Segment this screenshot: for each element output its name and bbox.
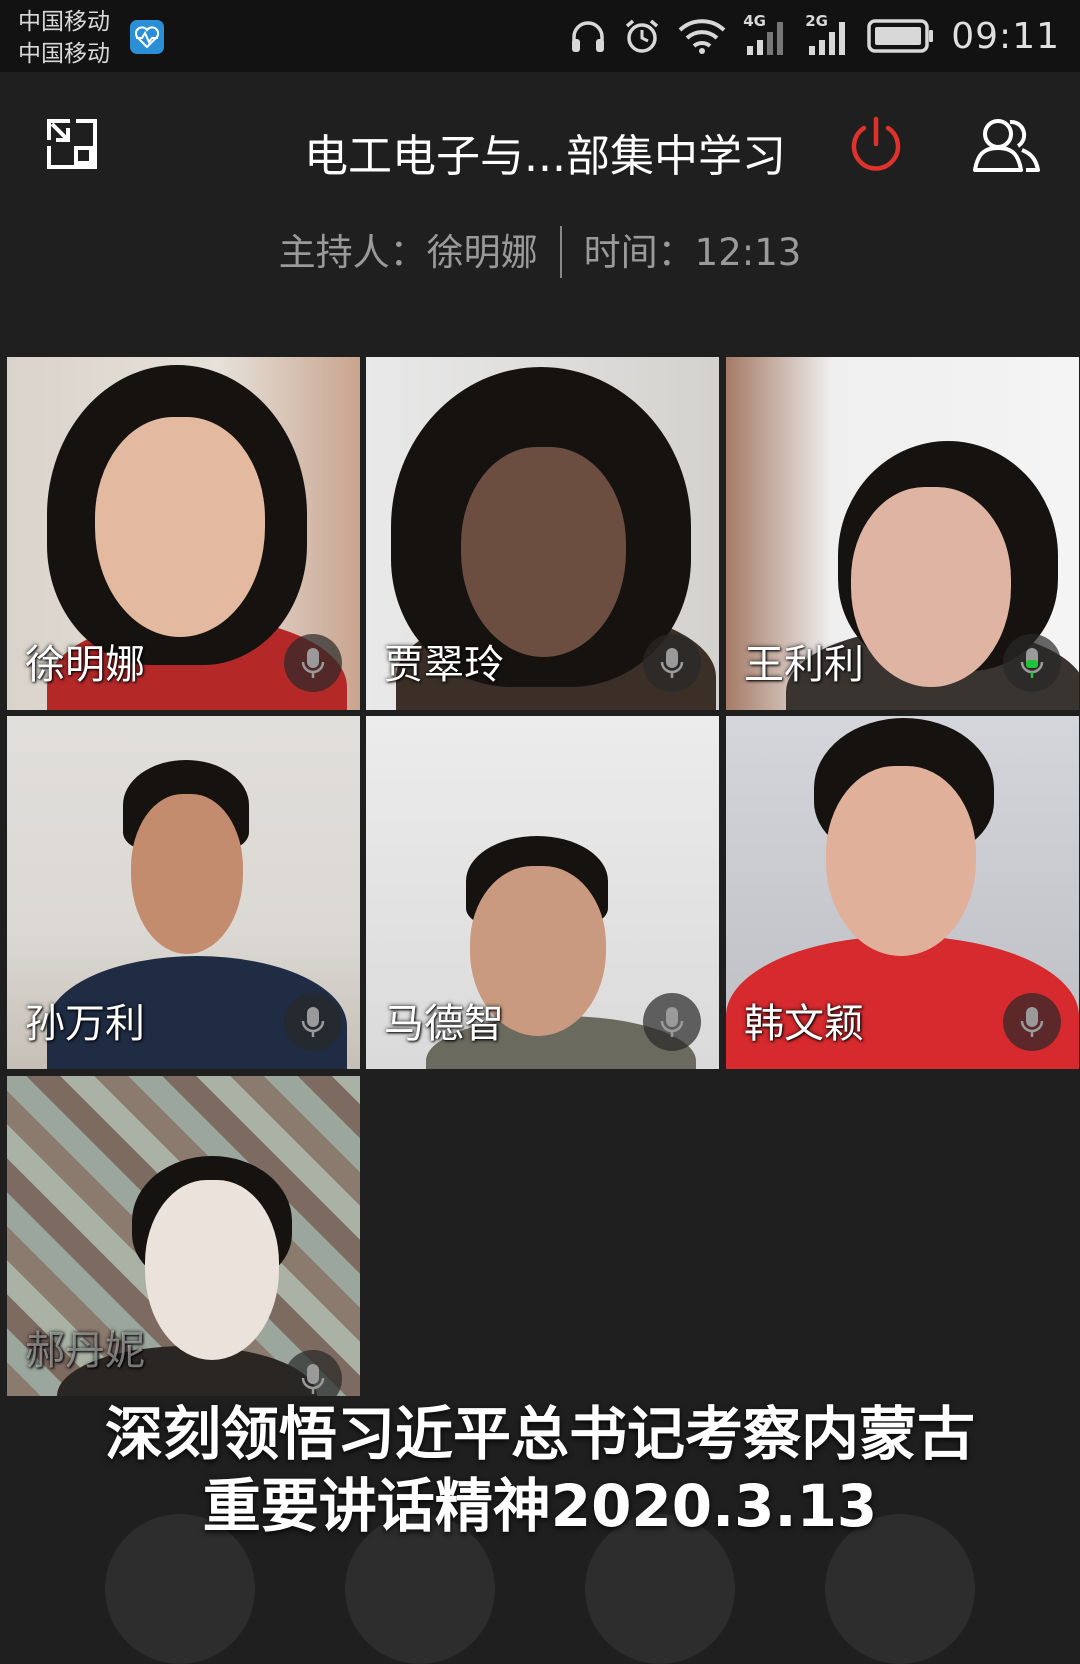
alarm-icon [626,19,659,53]
caption-line-1: 深刻领悟习近平总书记考察内蒙古 [104,1400,975,1468]
participant-name: 郝丹妮 [25,1328,145,1374]
network-2-label: 2G [805,12,828,30]
microphone-icon [301,648,325,678]
mic-status [1003,993,1061,1051]
participant-video-tile[interactable]: 韩文颖 [726,716,1079,1069]
participant-name: 韩文颖 [744,1001,864,1047]
host-name: 徐明娜 [426,231,538,274]
mic-status [1003,634,1061,692]
info-divider [559,225,562,278]
end-meeting-button[interactable] [848,116,904,174]
meeting-info: 主持人：徐明娜 时间：12:13 [0,222,1080,281]
participant-name: 贾翠玲 [384,642,504,688]
microphone-icon [660,648,684,678]
meeting-title: 电工电子与...部集中学习 [304,131,786,182]
carrier-labels: 中国移动 中国移动 [18,6,110,70]
participant-name: 王利利 [744,642,864,688]
mic-status [643,634,701,692]
power-icon [851,116,901,171]
participant-video-tile[interactable]: 王利利 [726,357,1079,710]
participant-name: 马德智 [384,1001,504,1047]
battery-icon [867,19,934,53]
caption-overlay: 深刻领悟习近平总书记考察内蒙古 重要讲话精神2020.3.13 [0,1398,1080,1542]
signal-4g: 4G [743,12,789,56]
caption-line-2: 重要讲话精神2020.3.13 [202,1472,878,1540]
minimize-window-icon [47,119,97,169]
mic-status [284,993,342,1051]
status-icons: 4G 2G 09:11 [569,10,1060,62]
health-app-icon [130,20,164,54]
status-bar: 中国移动 中国移动 4G 2G 09:11 [0,0,1080,72]
microphone-icon [1020,648,1044,678]
participant-video-tile[interactable]: 徐明娜 [7,357,360,710]
microphone-icon [1020,1007,1044,1037]
meeting-header: 电工电子与...部集中学习 [0,72,1080,222]
participant-video-tile[interactable]: 郝丹妮 [7,1076,360,1396]
microphone-icon [660,1007,684,1037]
participant-video-tile[interactable]: 马德智 [366,716,719,1069]
participant-video-tile[interactable]: 孙万利 [7,716,360,1069]
members-icon [973,119,1040,172]
network-1-label: 4G [743,12,766,30]
mic-status [284,634,342,692]
carrier-2-label: 中国移动 [18,41,110,67]
participant-video-tile[interactable]: 贾翠玲 [366,357,719,710]
host-label: 主持人： [278,231,427,274]
clock: 09:11 [951,15,1060,57]
participant-name: 孙万利 [25,1001,145,1047]
microphone-icon [301,1007,325,1037]
microphone-icon [301,1364,325,1394]
participant-name: 徐明娜 [25,642,145,688]
minimize-button[interactable] [46,118,98,170]
time-label: 时间： [583,231,695,274]
carrier-1-label: 中国移动 [18,9,110,35]
members-button[interactable] [972,116,1042,176]
mic-status [643,993,701,1051]
headphones-icon [572,21,605,52]
meeting-duration: 12:13 [694,231,802,274]
signal-2g: 2G [805,12,851,56]
wifi-icon [678,19,726,54]
